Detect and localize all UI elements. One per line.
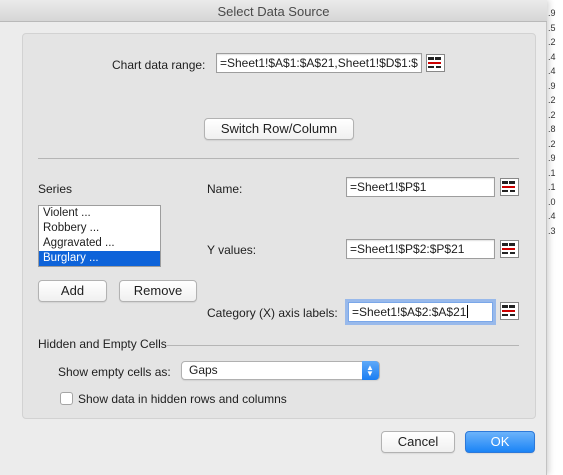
- background-cell: .1: [548, 167, 556, 178]
- background-cell: .9: [548, 80, 556, 91]
- background-cell: .9: [548, 153, 556, 163]
- background-cell: .2: [548, 138, 556, 149]
- background-cell: .4: [548, 66, 556, 76]
- select-data-source-dialog: Select Data Source Chart data range: =Sh…: [0, 0, 547, 475]
- select-stepper-icon: ▲ ▼: [362, 361, 379, 380]
- category-axis-label: Category (X) axis labels:: [207, 306, 338, 320]
- separator: [38, 158, 519, 159]
- text-cursor: [467, 305, 469, 318]
- series-heading: Series: [38, 182, 73, 196]
- name-collapse-button[interactable]: [500, 178, 519, 196]
- range-picker-icon: [500, 302, 519, 320]
- category-axis-field[interactable]: =Sheet1!$A$2:$A$21: [348, 302, 493, 322]
- background-cell: .1: [548, 182, 556, 192]
- background-cell: .2: [548, 109, 556, 120]
- series-list[interactable]: Violent ... Robbery ... Aggravated ... Burg…: [38, 205, 161, 267]
- switch-row-column-button[interactable]: Switch Row/Column: [204, 118, 354, 140]
- background-cell: .0: [548, 196, 556, 207]
- background-cell: .3: [548, 225, 556, 236]
- hidden-rows-label: Show data in hidden rows and columns: [78, 392, 287, 406]
- remove-series-button[interactable]: Remove: [119, 280, 197, 302]
- chart-data-range-field[interactable]: =Sheet1!$A$1:$A$21,Sheet1!$D$1:$: [216, 53, 422, 73]
- name-field[interactable]: =Sheet1!$P$1: [346, 177, 495, 197]
- series-list-item[interactable]: Robbery ...: [39, 221, 160, 236]
- y-values-field[interactable]: =Sheet1!$P$2:$P$21: [346, 239, 495, 259]
- series-list-item[interactable]: Violent ...: [39, 206, 160, 221]
- background-cell: .5: [548, 22, 556, 33]
- range-picker-icon: [500, 240, 519, 258]
- hidden-rows-checkbox[interactable]: [60, 392, 73, 405]
- ok-button[interactable]: OK: [465, 431, 535, 453]
- cancel-button[interactable]: Cancel: [381, 431, 455, 453]
- background-cell: .2: [548, 95, 556, 105]
- series-list-item[interactable]: Aggravated ...: [39, 236, 160, 251]
- show-empty-cells-label: Show empty cells as:: [58, 365, 171, 379]
- show-empty-cells-select[interactable]: Gaps ▲ ▼: [181, 361, 380, 380]
- category-collapse-button[interactable]: [500, 302, 519, 320]
- background-cell: .4: [548, 51, 556, 62]
- background-cell: .4: [548, 211, 556, 221]
- y-values-label: Y values:: [207, 243, 257, 257]
- background-cell: .9: [548, 8, 556, 18]
- name-label: Name:: [207, 182, 243, 196]
- series-list-item[interactable]: Burglary ...: [39, 251, 160, 266]
- chart-data-range-label: Chart data range:: [112, 58, 206, 72]
- separator: [167, 345, 519, 346]
- hidden-empty-heading: Hidden and Empty Cells: [38, 337, 167, 351]
- category-axis-value: =Sheet1!$A$2:$A$21: [352, 305, 467, 319]
- title-bar[interactable]: Select Data Source: [0, 0, 547, 22]
- add-series-button[interactable]: Add: [38, 280, 107, 302]
- range-picker-icon: [426, 54, 445, 72]
- background-cell: .8: [548, 124, 556, 134]
- chart-data-range-collapse-button[interactable]: [426, 54, 445, 72]
- background-cell: .2: [548, 37, 556, 47]
- y-values-collapse-button[interactable]: [500, 240, 519, 258]
- dialog-title: Select Data Source: [217, 4, 330, 19]
- show-empty-cells-value: Gaps: [189, 363, 218, 377]
- range-picker-icon: [500, 178, 519, 196]
